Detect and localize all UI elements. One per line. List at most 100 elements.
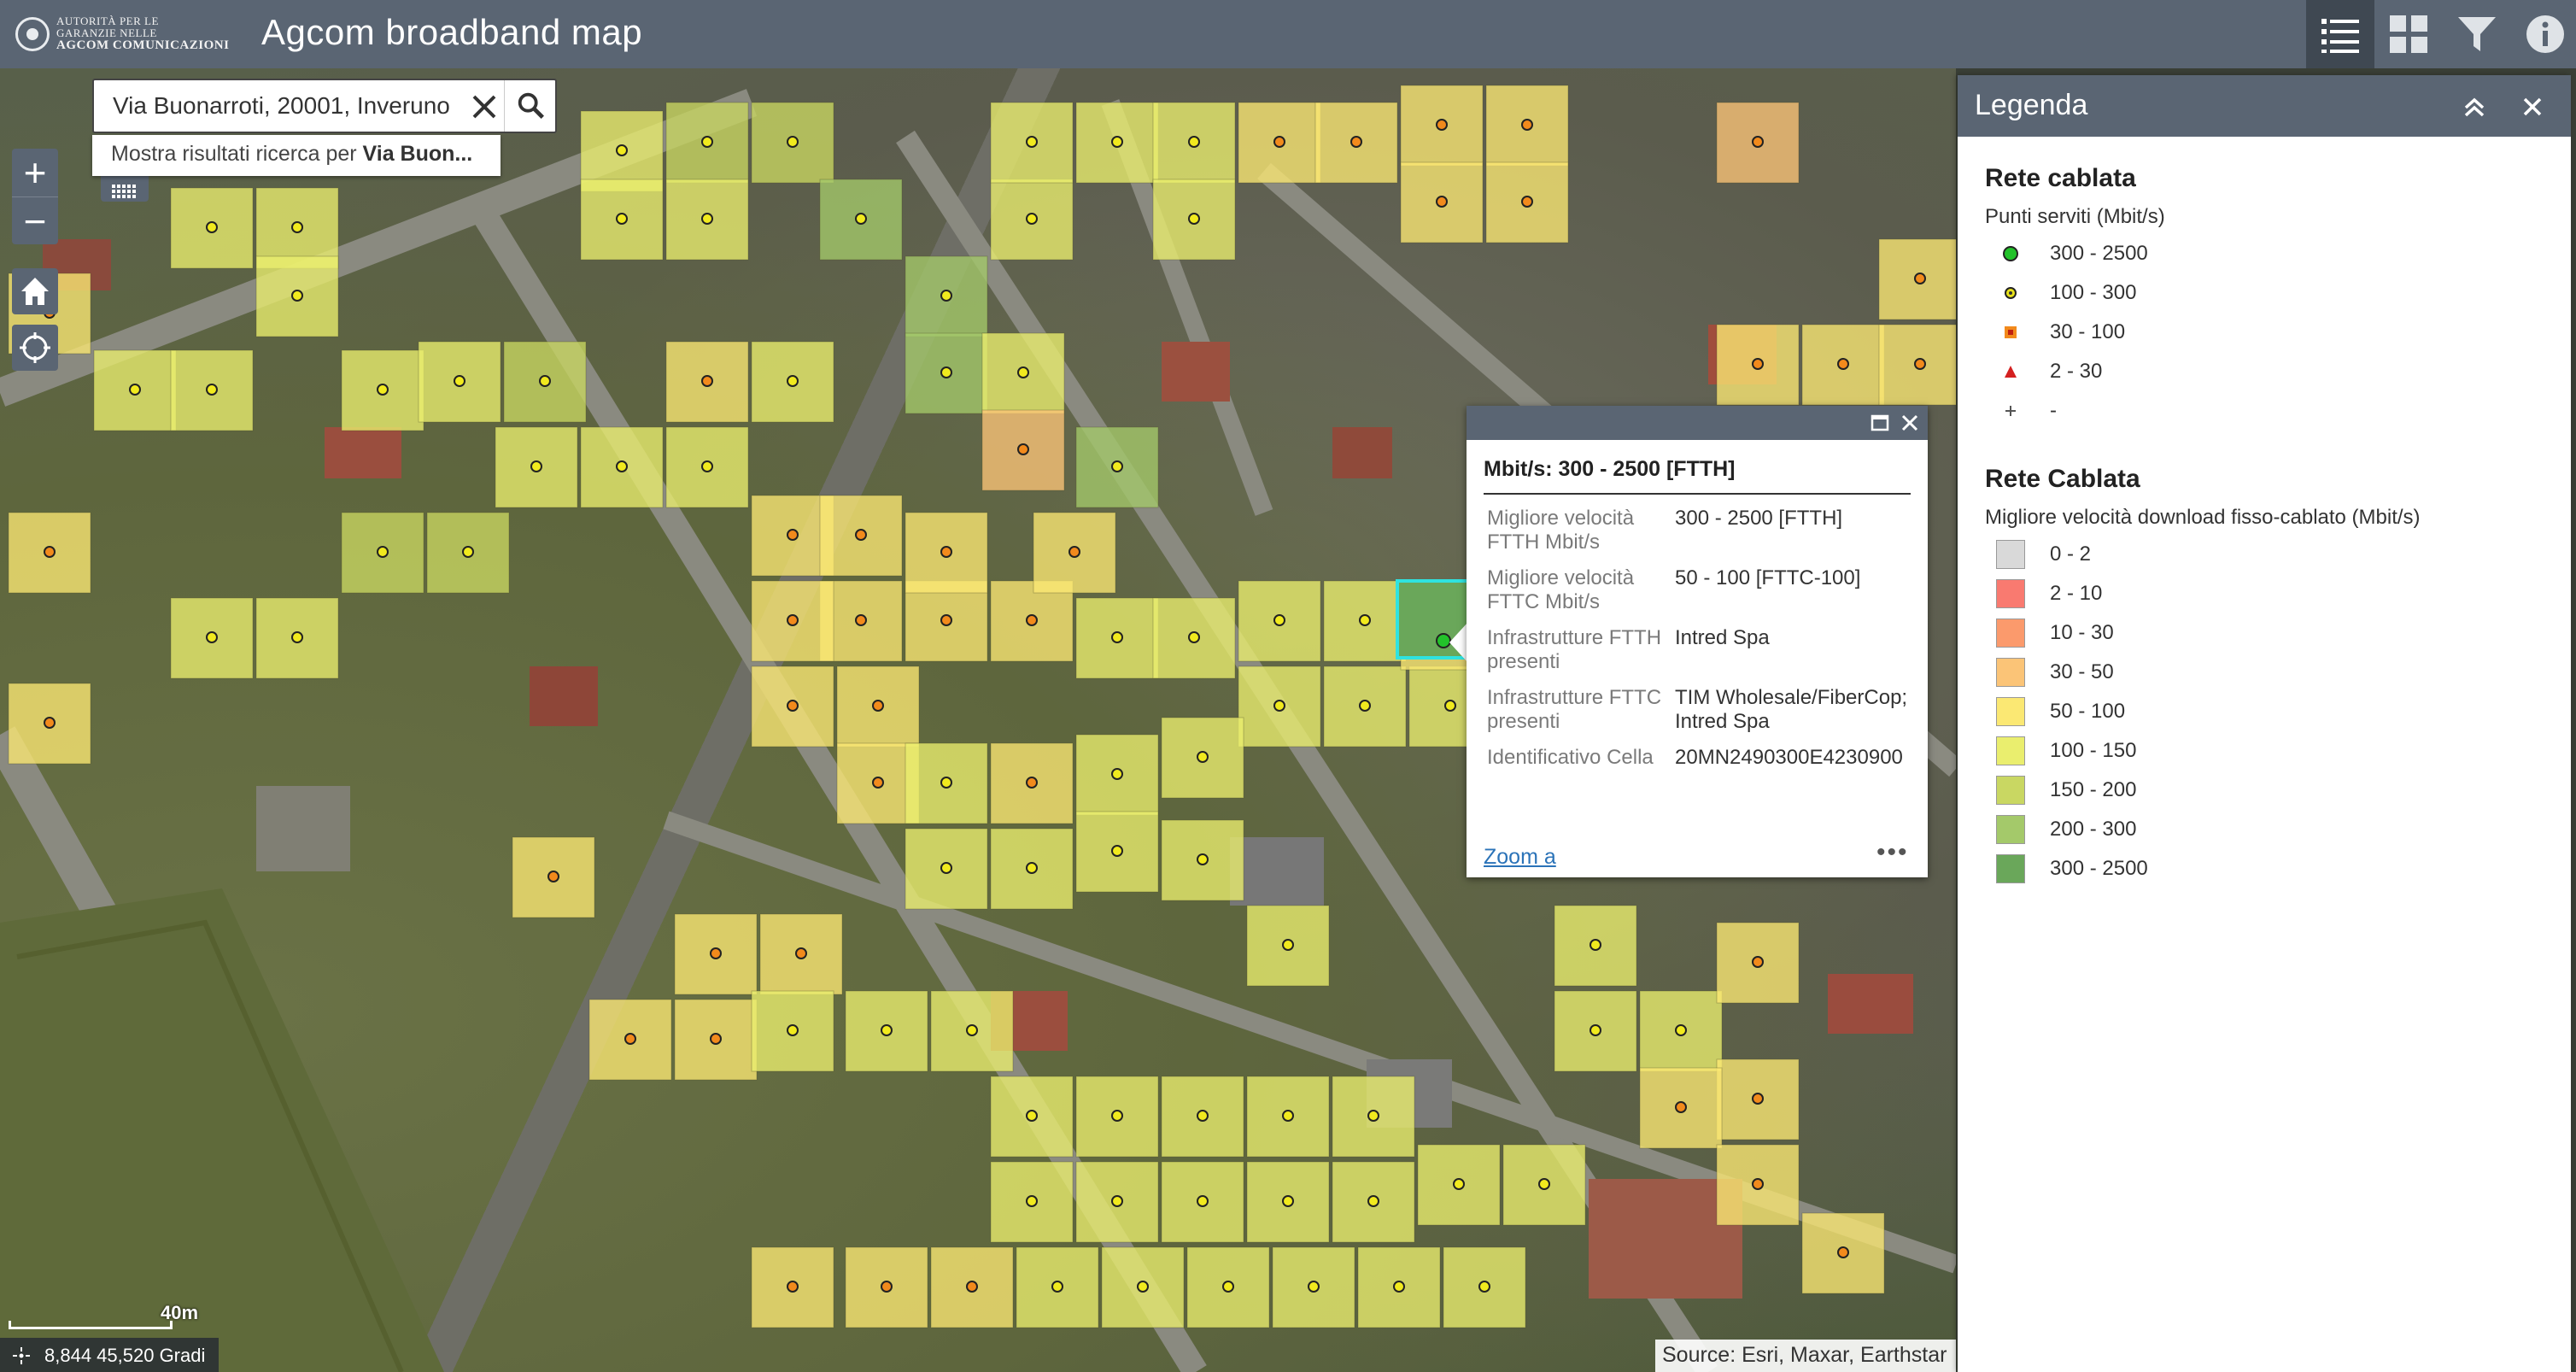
served-point-marker[interactable] bbox=[1590, 1024, 1601, 1036]
served-point-marker[interactable] bbox=[1453, 1178, 1465, 1190]
served-point-marker[interactable] bbox=[1111, 631, 1123, 643]
served-point-marker[interactable] bbox=[1026, 1195, 1038, 1207]
served-point-marker[interactable] bbox=[787, 700, 799, 712]
served-point-marker[interactable] bbox=[462, 546, 474, 558]
served-point-marker[interactable] bbox=[1026, 862, 1038, 874]
served-point-marker[interactable] bbox=[855, 213, 867, 225]
served-point-marker[interactable] bbox=[206, 631, 218, 643]
served-point-marker[interactable] bbox=[787, 1024, 799, 1036]
served-point-marker[interactable] bbox=[940, 366, 952, 378]
served-point-marker[interactable] bbox=[1111, 1195, 1123, 1207]
served-point-marker[interactable] bbox=[1282, 939, 1294, 951]
served-point-marker[interactable] bbox=[701, 213, 713, 225]
served-point-marker[interactable] bbox=[1521, 119, 1533, 131]
served-point-marker[interactable] bbox=[940, 777, 952, 789]
served-point-marker[interactable] bbox=[1137, 1281, 1149, 1293]
served-point-marker[interactable] bbox=[1197, 1110, 1209, 1122]
served-point-marker[interactable] bbox=[940, 290, 952, 302]
served-point-marker[interactable] bbox=[1188, 136, 1200, 148]
maximize-icon[interactable] bbox=[1868, 411, 1892, 435]
served-point-marker[interactable] bbox=[787, 375, 799, 387]
served-point-marker[interactable] bbox=[1188, 213, 1200, 225]
close-icon[interactable] bbox=[1898, 411, 1922, 435]
served-point-marker[interactable] bbox=[1478, 1281, 1490, 1293]
served-point-marker[interactable] bbox=[701, 460, 713, 472]
served-point-marker[interactable] bbox=[1273, 700, 1285, 712]
collapse-up-icon[interactable] bbox=[2460, 92, 2489, 121]
served-point-marker[interactable] bbox=[881, 1024, 893, 1036]
served-point-marker[interactable] bbox=[1026, 136, 1038, 148]
served-point-marker[interactable] bbox=[855, 529, 867, 541]
served-point-marker[interactable] bbox=[1282, 1195, 1294, 1207]
served-point-marker[interactable] bbox=[291, 631, 303, 643]
served-point-marker[interactable] bbox=[881, 1281, 893, 1293]
served-point-marker[interactable] bbox=[530, 460, 542, 472]
served-point-marker[interactable] bbox=[1282, 1110, 1294, 1122]
served-point-marker[interactable] bbox=[1752, 1093, 1764, 1105]
legend-button[interactable] bbox=[2306, 0, 2374, 68]
close-icon[interactable] bbox=[2518, 92, 2547, 121]
served-point-marker[interactable] bbox=[1367, 1195, 1379, 1207]
served-point-marker[interactable] bbox=[1538, 1178, 1550, 1190]
served-point-marker[interactable] bbox=[1436, 119, 1448, 131]
served-point-marker[interactable] bbox=[1111, 768, 1123, 780]
served-point-marker[interactable] bbox=[377, 384, 389, 396]
served-point-marker[interactable] bbox=[1111, 1110, 1123, 1122]
served-point-marker[interactable] bbox=[966, 1024, 978, 1036]
served-point-marker[interactable] bbox=[701, 375, 713, 387]
served-point-marker[interactable] bbox=[1521, 196, 1533, 208]
served-point-marker[interactable] bbox=[940, 614, 952, 626]
served-point-marker[interactable] bbox=[1222, 1281, 1234, 1293]
served-point-marker[interactable] bbox=[1914, 358, 1926, 370]
served-point-marker[interactable] bbox=[44, 717, 56, 729]
served-point-marker[interactable] bbox=[547, 871, 559, 882]
served-point-marker[interactable] bbox=[44, 546, 56, 558]
served-point-marker[interactable] bbox=[787, 1281, 799, 1293]
served-point-marker[interactable] bbox=[1197, 1195, 1209, 1207]
served-point-marker[interactable] bbox=[616, 213, 628, 225]
served-point-marker[interactable] bbox=[1197, 853, 1209, 865]
served-point-marker[interactable] bbox=[616, 460, 628, 472]
served-point-marker[interactable] bbox=[1359, 614, 1371, 626]
basemap-gallery-button[interactable] bbox=[2374, 0, 2443, 68]
served-point-marker[interactable] bbox=[1675, 1101, 1687, 1113]
served-point-marker[interactable] bbox=[710, 947, 722, 959]
served-point-marker[interactable] bbox=[624, 1033, 636, 1045]
served-point-marker[interactable] bbox=[1444, 700, 1456, 712]
served-point-marker[interactable] bbox=[1436, 196, 1448, 208]
zoom-to-link[interactable]: Zoom a bbox=[1484, 845, 1556, 870]
served-point-marker[interactable] bbox=[377, 546, 389, 558]
served-point-marker[interactable] bbox=[1675, 1024, 1687, 1036]
served-point-marker[interactable] bbox=[539, 375, 551, 387]
coordinates-readout[interactable]: 8,844 45,520 Gradi bbox=[0, 1338, 219, 1372]
served-point-marker[interactable] bbox=[1752, 1178, 1764, 1190]
served-point-marker[interactable] bbox=[1752, 956, 1764, 968]
served-point-marker[interactable] bbox=[1752, 358, 1764, 370]
served-point-marker[interactable] bbox=[1273, 136, 1285, 148]
served-point-marker[interactable] bbox=[787, 136, 799, 148]
served-point-marker[interactable] bbox=[1367, 1110, 1379, 1122]
served-point-marker[interactable] bbox=[855, 614, 867, 626]
served-point-marker[interactable] bbox=[1026, 777, 1038, 789]
home-button[interactable] bbox=[12, 268, 58, 314]
served-point-marker[interactable] bbox=[1068, 546, 1080, 558]
zoom-out-button[interactable]: − bbox=[12, 196, 58, 244]
served-point-marker[interactable] bbox=[1026, 213, 1038, 225]
search-input[interactable] bbox=[94, 80, 501, 132]
served-point-marker[interactable] bbox=[710, 1033, 722, 1045]
served-point-marker[interactable] bbox=[1590, 939, 1601, 951]
served-point-marker[interactable] bbox=[1914, 273, 1926, 284]
served-point-marker[interactable] bbox=[1111, 136, 1123, 148]
served-point-marker[interactable] bbox=[1197, 751, 1209, 763]
served-point-marker[interactable] bbox=[206, 221, 218, 233]
served-point-marker[interactable] bbox=[872, 700, 884, 712]
served-point-marker[interactable] bbox=[1273, 614, 1285, 626]
served-point-marker[interactable] bbox=[1350, 136, 1362, 148]
served-point-marker[interactable] bbox=[1752, 136, 1764, 148]
served-point-marker[interactable] bbox=[701, 136, 713, 148]
served-point-marker[interactable] bbox=[872, 777, 884, 789]
info-button[interactable] bbox=[2511, 0, 2576, 68]
served-point-marker[interactable] bbox=[1188, 631, 1200, 643]
served-point-marker[interactable] bbox=[1026, 614, 1038, 626]
served-point-marker[interactable] bbox=[1051, 1281, 1063, 1293]
